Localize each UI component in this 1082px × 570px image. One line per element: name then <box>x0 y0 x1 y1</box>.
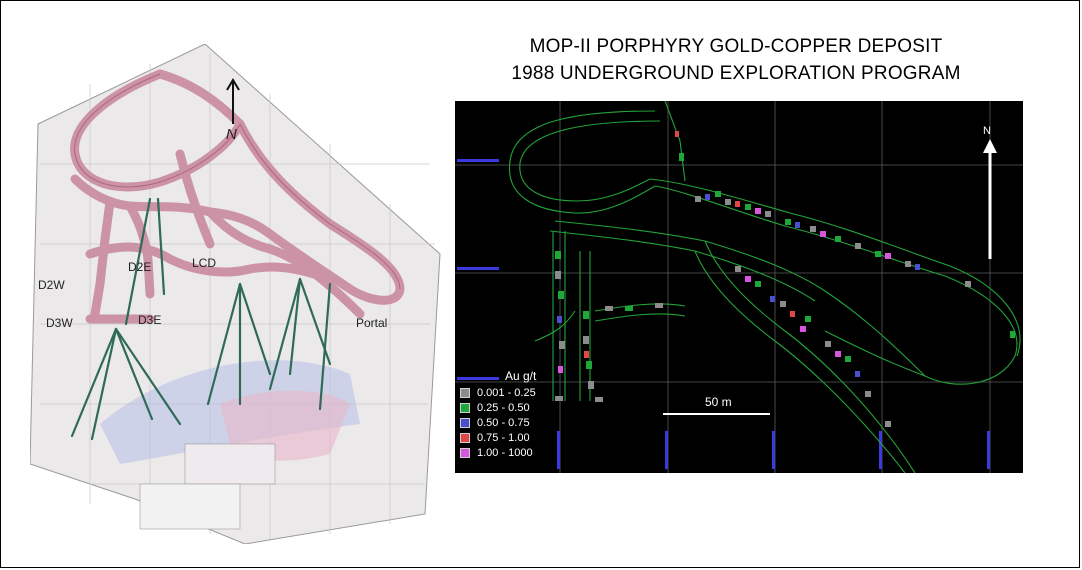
legend-item-label: 1.00 - 1000 <box>477 446 533 459</box>
legend-item-label: 0.25 - 0.50 <box>477 401 530 414</box>
legend-swatch <box>460 432 470 443</box>
legend-item-label: 0.75 - 1.00 <box>477 431 530 444</box>
assay-map-panel: N 50 m Au g/t 0.001 - 0.25 0.25 - 0.50 0… <box>455 101 1023 473</box>
scale-bar-label: 50 m <box>705 395 732 409</box>
figure-title-line-1: MOP-II PORPHYRY GOLD-COPPER DEPOSIT <box>529 36 943 57</box>
legend-swatch <box>460 417 470 428</box>
north-label-right: N <box>983 125 991 137</box>
label-d3e: D3E <box>138 313 162 327</box>
legend-item: 0.25 - 0.50 <box>457 400 553 415</box>
label-portal: Portal <box>356 316 388 330</box>
legend-item: 1.00 - 1000 <box>457 445 553 460</box>
label-d2e: D2E <box>128 260 152 274</box>
legend-item-label: 0.50 - 0.75 <box>477 416 530 429</box>
label-d2w: D2W <box>38 278 65 292</box>
legend-swatch <box>460 402 470 413</box>
legend-item-label: 0.001 - 0.25 <box>477 386 536 399</box>
label-d3w: D3W <box>46 316 73 330</box>
figure-title-line-2: 1988 UNDERGROUND EXPLORATION PROGRAM <box>511 63 961 84</box>
north-label: N <box>226 126 237 143</box>
legend-swatch <box>460 387 470 398</box>
hand-drawn-mine-plan: N D2W D3W D2E D3E LCD Portal <box>29 43 450 545</box>
mine-plan-drawing <box>29 43 441 545</box>
legend-item: 0.75 - 1.00 <box>457 430 553 445</box>
legend-title: Au g/t <box>505 369 537 383</box>
au-legend: Au g/t 0.001 - 0.25 0.25 - 0.50 0.50 - 0… <box>457 369 553 460</box>
legend-item: 0.001 - 0.25 <box>457 385 553 400</box>
legend-item: 0.50 - 0.75 <box>457 415 553 430</box>
label-lcd: LCD <box>192 256 217 270</box>
legend-swatch <box>460 447 470 458</box>
north-arrow-icon <box>983 139 997 259</box>
